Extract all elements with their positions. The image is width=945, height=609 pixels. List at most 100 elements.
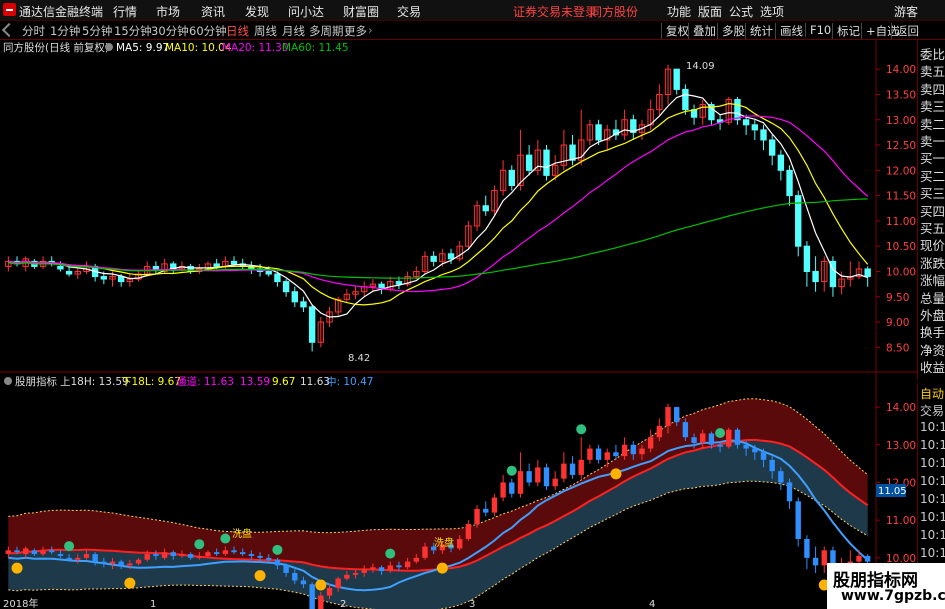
menu-quotes[interactable]: 行情 [113,3,137,20]
indicator-bar [292,572,298,581]
candle-body [100,276,108,280]
user-label[interactable]: 游客 [894,3,918,20]
chevron-right-icon[interactable]: › [368,23,373,37]
indicator-bar [274,559,281,566]
indicator-bar [240,552,246,555]
button-multi-stock[interactable]: 多股 [717,23,745,39]
washout-annotation: 洗盘 [434,536,454,549]
login-notice[interactable]: 证券交易未登录 [513,3,597,20]
buy-signal-icon [315,579,327,591]
period-tab-60min[interactable]: 60分钟 [189,23,227,39]
watermark: 股朋指标网 www.7gpzb.com [827,563,945,609]
indicator-bar [543,467,550,487]
indicator-bar [352,572,359,575]
period-tab-timeshare[interactable]: 分时 [22,23,45,39]
candle-body [751,124,759,131]
quote-field-label: 卖五 [920,64,945,80]
indicator-bar [465,523,472,539]
menu-news[interactable]: 资讯 [201,3,225,20]
candle-body [673,68,680,90]
quote-field-label: 涨幅 [920,273,945,289]
period-tab-5min[interactable]: 5分钟 [82,23,112,39]
menu-function[interactable]: 功能 [667,3,691,20]
current-stock: 同方股份 [590,5,639,19]
auto-label[interactable]: 自动 [920,385,944,402]
period-tab-15min[interactable]: 15分钟 [114,23,152,39]
indicator-bar [179,554,185,556]
indicator-bar [535,467,541,483]
indicator-bar [5,550,12,555]
indicator-bar [153,554,159,556]
indicator-bar [760,452,767,460]
candle-body [768,139,776,156]
quote-field-label: 卖二 [920,116,945,132]
period-tab-weekly[interactable]: 周线 [254,23,277,39]
menu-formula[interactable]: 公式 [729,3,753,20]
menu-trade[interactable]: 交易 [397,3,421,20]
indicator-bar [248,554,255,556]
indicator-bar [144,554,150,560]
period-tab-more[interactable]: 更多 [344,23,367,39]
sub-legend-dot-icon[interactable] [4,377,12,385]
indicator-bar [483,508,489,513]
candle-body [291,291,298,303]
y-tick-label: 14.00 [886,64,916,76]
button-overlay[interactable]: 叠加 [688,23,716,39]
button-adjust[interactable]: 复权 [661,23,689,39]
time-item: 10:14 [920,528,945,542]
indicator-bar [700,433,706,443]
x-label-month-2: 2 [340,599,346,609]
indicator-bar [309,584,315,609]
period-tab-monthly[interactable]: 月线 [282,23,305,39]
candle-body [152,265,160,270]
indicator-bar [795,501,801,539]
indicator-bar [57,554,64,556]
menu-market[interactable]: 市场 [156,3,180,20]
button-draw[interactable]: 画线 [775,23,803,39]
indicator-bar [344,574,350,579]
buy-signal-icon [436,562,448,574]
indicator-bar [474,508,480,524]
period-tab-1min[interactable]: 1分钟 [50,23,80,39]
sub-legend-channel: 通道: 11.63 [176,375,234,388]
candle-body [117,276,125,283]
period-tab-multi[interactable]: 多周期 [309,23,344,39]
period-tab-30min[interactable]: 30分钟 [151,23,189,39]
quote-field-label: 外盘 [920,308,945,323]
indicator-bar [75,557,81,560]
app-logo-icon [3,3,16,16]
buy-signal-icon [610,468,622,480]
button-return[interactable]: 返回 [891,23,919,39]
button-stats[interactable]: 统计 [745,23,773,39]
indicator-bar [856,555,862,562]
menu-discover[interactable]: 发现 [245,3,269,20]
indicator-bar [552,478,558,487]
quote-field-label: 收益 [920,360,945,376]
back-arrow-icon[interactable] [1,22,17,38]
button-mark[interactable]: 标记 [832,23,860,39]
menu-options[interactable]: 选项 [760,3,784,20]
candle-body [300,301,307,308]
indicator-bar [40,550,46,555]
indicator-bar [491,497,498,513]
indicator-bar [396,565,402,568]
trade-label[interactable]: 交易 [920,402,944,419]
candle-body [786,169,793,197]
legend-dot-icon[interactable] [105,43,113,51]
menu-assistant[interactable]: 问小达 [288,3,324,20]
candle-body [65,270,73,275]
period-tab-daily[interactable]: 日线 [226,23,249,39]
current-value-text: 11.05 [878,486,907,497]
candle-body [812,270,819,283]
menu-layout[interactable]: 版面 [698,3,722,20]
button-f10[interactable]: F10 [805,23,831,37]
chart-area[interactable]: 14.00 13.50 13.00 12.50 12.00 11.50 11.00 10.50… [0,40,917,609]
sell-signal-icon [506,465,517,476]
menu-wealth[interactable]: 财富圈 [343,3,379,20]
time-item: 10:14 [920,546,945,560]
indicator-bar [187,554,194,558]
sub-legend-v1: 13.59 [240,376,270,388]
indicator-bar [457,539,463,549]
time-item: 10:13 [920,438,945,452]
quote-field-label: 现价 [920,238,945,254]
